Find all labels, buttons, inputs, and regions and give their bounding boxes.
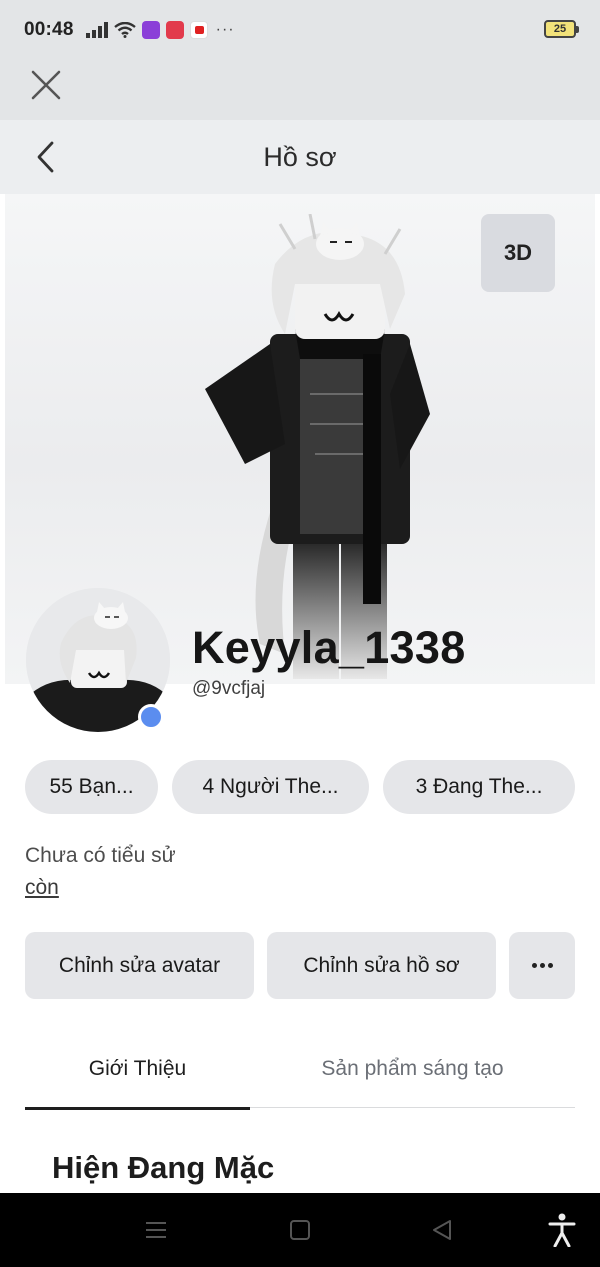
signal-icon — [85, 22, 108, 38]
profile-tabs: Giới Thiệu Sản phẩm sáng tạo — [25, 1030, 575, 1110]
friends-chip[interactable]: 55 Bạn... — [25, 760, 158, 814]
chevron-left-icon[interactable] — [30, 140, 62, 174]
display-name: Keyyla_1338 — [192, 622, 466, 673]
online-status-indicator — [138, 704, 164, 730]
accessibility-icon[interactable] — [548, 1213, 576, 1247]
battery-icon: 25 — [544, 20, 579, 38]
status-time: 00:48 — [24, 19, 74, 40]
tab-creations[interactable]: Sản phẩm sáng tạo — [250, 1030, 575, 1108]
wifi-icon — [113, 22, 136, 38]
bio-text: Chưa có tiểu sử — [25, 844, 176, 867]
home-square-icon[interactable] — [290, 1220, 310, 1240]
video-app-icon — [165, 21, 184, 39]
status-overflow-icon: ··· — [215, 21, 235, 38]
more-options-button[interactable] — [509, 932, 575, 999]
app-notification-icon — [141, 21, 160, 39]
currently-wearing-heading: Hiện Đang Mặc — [52, 1150, 275, 1185]
status-bar: 00:48 ··· 25 — [0, 0, 600, 60]
more-horizontal-icon — [531, 963, 553, 968]
close-icon[interactable] — [28, 67, 64, 103]
edit-profile-button[interactable]: Chỉnh sửa hồ sơ — [267, 932, 496, 999]
avatar-figure — [205, 214, 430, 679]
edit-avatar-button[interactable]: Chỉnh sửa avatar — [25, 932, 254, 999]
profile-actions: Chỉnh sửa avatar Chỉnh sửa hồ sơ — [25, 932, 575, 999]
system-nav-bar — [0, 1193, 600, 1267]
page-header: Hồ sơ — [0, 120, 600, 194]
status-icons: ··· — [82, 21, 235, 39]
page-title: Hồ sơ — [263, 141, 337, 172]
youtube-icon — [189, 21, 208, 39]
followers-chip[interactable]: 4 Người The... — [172, 760, 369, 814]
bio-more-link[interactable]: còn — [25, 876, 59, 900]
close-bar — [0, 60, 600, 120]
view-3d-toggle-button[interactable]: 3D — [481, 214, 555, 292]
tab-about[interactable]: Giới Thiệu — [25, 1030, 250, 1110]
following-chip[interactable]: 3 Đang The... — [383, 760, 575, 814]
username: @9vcfjaj — [192, 678, 266, 699]
stats-chips: 55 Bạn... 4 Người The... 3 Đang The... — [25, 760, 575, 814]
back-triangle-icon[interactable] — [430, 1218, 454, 1242]
menu-icon[interactable] — [145, 1221, 167, 1239]
